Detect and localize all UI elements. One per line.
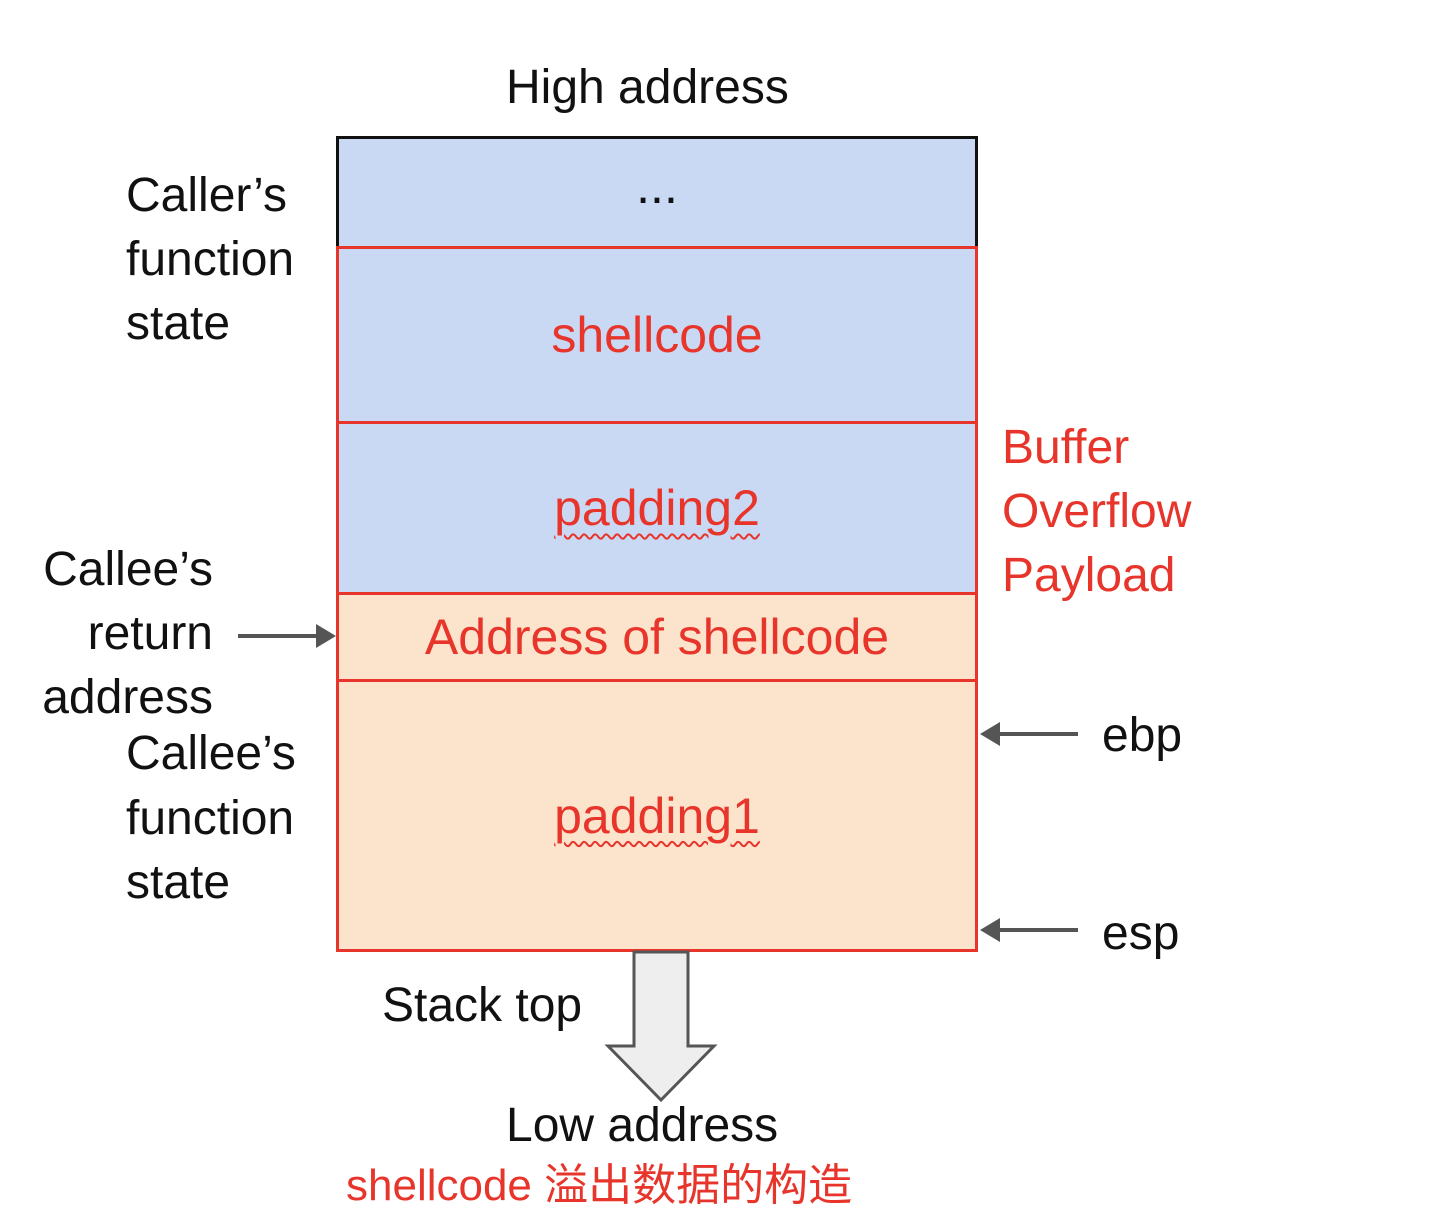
return-address-arrow bbox=[238, 624, 336, 648]
ebp-arrow bbox=[980, 722, 1078, 746]
esp-arrow bbox=[980, 918, 1078, 942]
stack-growth-down-arrow bbox=[604, 950, 718, 1103]
arrows-layer bbox=[238, 624, 1078, 1103]
